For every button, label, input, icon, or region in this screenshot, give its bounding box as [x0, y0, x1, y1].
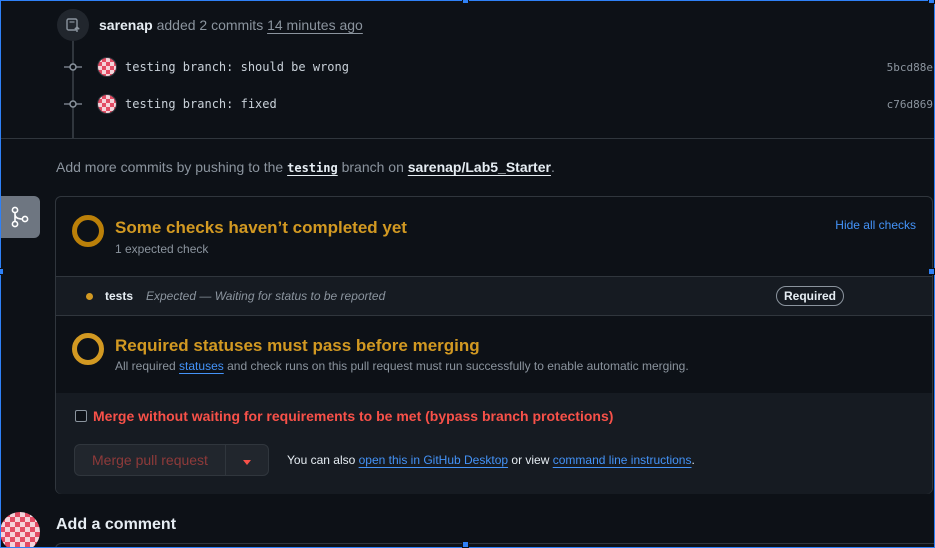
push-hint-suffix: .	[550, 159, 555, 175]
check-item-tests: tests Expected — Waiting for status to b…	[56, 277, 932, 315]
commit-row: testing branch: fixed c76d869	[63, 93, 935, 115]
resize-handle-left[interactable]	[0, 268, 4, 275]
commit-message-link[interactable]: testing branch: fixed	[125, 97, 277, 111]
resize-handle-top[interactable]	[462, 0, 469, 4]
resize-handle-right[interactable]	[928, 268, 935, 275]
also-prefix: You can also	[287, 453, 356, 467]
repo-link[interactable]: sarenap/Lab5_Starter	[408, 159, 551, 175]
commit-event-text: sarenap added 2 commits 14 minutes ago	[99, 17, 363, 33]
commit-row: testing branch: should be wrong 5bcd88e	[63, 56, 935, 78]
commit-node-icon	[63, 94, 83, 114]
merge-box: Some checks haven’t completed yet 1 expe…	[55, 196, 933, 494]
checks-title: Some checks haven’t completed yet	[115, 218, 407, 237]
comment-box[interactable]	[55, 543, 935, 548]
divider	[56, 315, 932, 316]
github-desktop-link[interactable]: open this in GitHub Desktop	[359, 453, 508, 467]
also-suffix: .	[691, 453, 695, 467]
timestamp-link[interactable]: 14 minutes ago	[267, 17, 363, 33]
resize-handle-top-right[interactable]	[928, 0, 935, 4]
branch-name-link[interactable]: testing	[287, 161, 338, 175]
merge-pull-request-button[interactable]: Merge pull request	[75, 445, 225, 475]
check-name: tests	[105, 289, 134, 303]
bypass-checkbox[interactable]	[75, 410, 87, 422]
required-badge: Required	[776, 286, 845, 306]
required-description: All required statuses and check runs on …	[115, 359, 689, 373]
commit-sha-link[interactable]: 5bcd88e	[887, 61, 933, 74]
commit-event-header: sarenap added 2 commits 14 minutes ago	[57, 9, 363, 41]
merge-button-group: Merge pull request	[74, 444, 269, 476]
section-divider	[0, 138, 935, 139]
push-hint-prefix: Add more commits by pushing to the	[56, 159, 284, 175]
merge-icon	[0, 196, 40, 238]
merge-options-dropdown[interactable]	[224, 445, 268, 475]
commit-message-link[interactable]: testing branch: should be wrong	[125, 60, 349, 74]
required-text-before: All required	[115, 359, 176, 373]
push-icon	[57, 9, 89, 41]
avatar[interactable]	[0, 512, 40, 548]
or-view-text: or view	[511, 453, 550, 467]
pending-status-icon	[72, 215, 104, 247]
checks-subtitle: 1 expected check	[115, 242, 209, 256]
add-comment-heading: Add a comment	[56, 516, 177, 533]
required-title: Required statuses must pass before mergi…	[115, 336, 480, 355]
author-link[interactable]: sarenap	[99, 17, 153, 33]
check-description: Expected — Waiting for status to be repo…	[146, 289, 386, 303]
avatar[interactable]	[97, 94, 117, 114]
required-text-after: and check runs on this pull request must…	[227, 359, 689, 373]
statuses-link[interactable]: statuses	[179, 359, 224, 373]
avatar[interactable]	[97, 57, 117, 77]
commit-action-text: added 2 commits	[156, 17, 264, 33]
pending-dot-icon	[86, 293, 93, 300]
resize-handle-bottom[interactable]	[462, 541, 469, 548]
push-hint-middle: branch on	[341, 159, 404, 175]
commit-node-icon	[63, 57, 83, 77]
chevron-down-icon	[242, 453, 251, 468]
alternative-merge-text: You can also open this in GitHub Desktop…	[287, 453, 695, 467]
command-line-link[interactable]: command line instructions	[553, 453, 692, 467]
timeline-line	[72, 40, 74, 138]
bypass-label[interactable]: Merge without waiting for requirements t…	[93, 408, 613, 424]
push-hint: Add more commits by pushing to the testi…	[56, 159, 555, 175]
commit-sha-link[interactable]: c76d869	[887, 98, 933, 111]
hide-all-checks-link[interactable]: Hide all checks	[835, 218, 916, 232]
pending-status-icon	[72, 333, 104, 365]
